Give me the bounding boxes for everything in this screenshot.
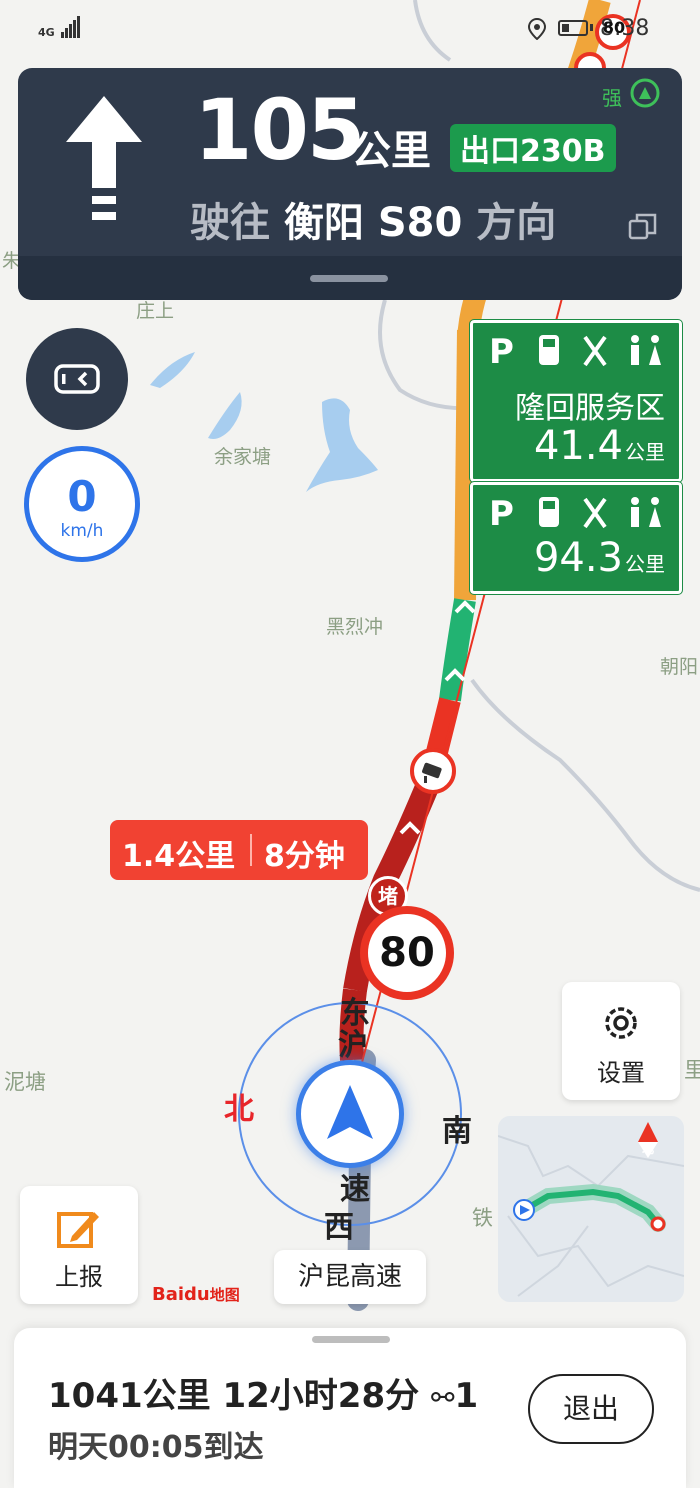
service-area-distance-unit: 公里 <box>625 552 665 576</box>
drag-handle[interactable] <box>310 275 388 282</box>
map-label-tie: 铁 <box>472 1206 493 1230</box>
service-area-distance-value: 41.4 <box>533 423 623 469</box>
traffic-light-count: 1 <box>454 1376 479 1416</box>
battery-icon <box>558 20 588 36</box>
service-area-distance: 94.3 公里 <box>534 535 665 581</box>
service-area-distance: 41.4 公里 <box>534 423 665 469</box>
status-bar: 4G 8:38 80 <box>0 0 700 60</box>
map-label-nitang: 泥塘 <box>4 1070 46 1094</box>
congestion-time: 8分钟 <box>264 839 345 874</box>
edit-report-icon <box>57 1212 99 1248</box>
speedometer: 0 km/h <box>24 446 140 562</box>
compass-south: 南 <box>442 1114 472 1149</box>
trip-duration: 12小时28分 <box>222 1376 420 1416</box>
destination-name: 衡阳 S80 <box>283 200 463 246</box>
compass-north: 北 <box>224 1092 254 1127</box>
signal-bars-icon <box>60 16 81 38</box>
overview-toggle-button[interactable] <box>26 328 128 430</box>
trip-summary-panel[interactable]: 1041公里 12小时28分 ⚯1 明天00:05到达 退出 <box>14 1328 686 1488</box>
svg-text:P: P <box>489 332 514 371</box>
report-button[interactable]: 上报 <box>20 1186 138 1304</box>
settings-label: 设置 <box>597 1059 645 1087</box>
overview-icon <box>54 364 100 394</box>
settings-button[interactable]: 设置 <box>562 982 680 1100</box>
toward-prefix: 驶往 <box>190 200 270 246</box>
speed-value: 0 <box>67 472 97 521</box>
service-area-distance-value: 94.3 <box>533 535 623 581</box>
gps-signal-label: 强 <box>602 86 622 110</box>
service-area-distance-unit: 公里 <box>625 440 665 464</box>
copy-icon[interactable] <box>628 212 658 242</box>
arrival-time: 明天00:05到达 <box>48 1430 264 1465</box>
exit-navigation-button[interactable]: 退出 <box>528 1374 654 1444</box>
cellular-signal: 4G <box>38 16 81 38</box>
panel-grab-handle[interactable] <box>312 1336 390 1343</box>
map-label-yujiatang: 余家塘 <box>214 446 272 468</box>
baidu-map-logo: Baidu地图 <box>152 1284 240 1305</box>
traffic-camera-marker[interactable] <box>410 748 456 794</box>
distance-unit: 公里 <box>351 128 431 174</box>
service-area-name: 隆回服务区 <box>515 391 665 426</box>
map-label-heiliechong: 黑烈冲 <box>326 616 384 638</box>
minimap-north: 北 <box>642 1142 655 1156</box>
location-icon <box>528 18 546 40</box>
logo-product: 地图 <box>209 1286 240 1304</box>
service-area-sign-2[interactable]: P 94.3 公里 <box>469 481 683 595</box>
traffic-light-icon: ⚯ <box>430 1381 455 1414</box>
distance-value: 105 <box>194 81 365 179</box>
guidance-card[interactable]: 105 公里 出口230B 强 驶往 衡阳 S80 方向 <box>18 68 682 300</box>
map-label-li: 里 <box>684 1058 700 1082</box>
navigation-arrow-icon <box>327 1085 373 1139</box>
route-minimap[interactable]: 北 <box>498 1116 684 1302</box>
divider <box>250 834 252 866</box>
speed-unit: km/h <box>60 521 104 541</box>
battery-tip <box>590 24 593 31</box>
gps-signal-icon <box>630 78 660 108</box>
service-area-sign[interactable]: P 隆回服务区 41.4 公里 <box>469 319 683 483</box>
gear-icon <box>605 1007 637 1039</box>
speed-limit-sign: 80 <box>360 906 454 1000</box>
logo-brand: Baidu <box>152 1284 210 1305</box>
speed-limit-badge-top: 80 <box>602 18 626 37</box>
road-char-hu: 沪 <box>338 1028 368 1063</box>
camera-icon <box>422 762 442 783</box>
compass-west: 西 <box>324 1210 354 1245</box>
map-label-zhuangshang: 庄上 <box>136 300 175 322</box>
congestion-distance: 1.4公里 <box>122 839 236 874</box>
minimap-canvas <box>498 1122 684 1297</box>
network-type: 4G <box>38 26 55 39</box>
trip-summary: 1041公里 12小时28分 ⚯1 <box>48 1368 478 1417</box>
report-label: 上报 <box>55 1263 103 1291</box>
toward-suffix: 方向 <box>476 200 557 246</box>
traffic-eta-bubble[interactable]: 1.4公里 8分钟 <box>110 820 368 880</box>
svg-text:P: P <box>489 494 514 533</box>
current-road-label: 沪昆高速 <box>274 1250 426 1304</box>
trip-distance: 1041公里 <box>48 1376 211 1416</box>
vehicle-position-marker <box>296 1060 404 1168</box>
service-area-icons: P <box>489 332 661 371</box>
service-area-icons: P <box>489 494 661 533</box>
exit-badge: 出口230B <box>450 124 616 172</box>
direction-line: 驶往 衡阳 S80 方向 <box>190 190 556 248</box>
map-label-chaoyang: 朝阳 <box>660 656 699 678</box>
straight-arrow-icon <box>66 96 142 220</box>
